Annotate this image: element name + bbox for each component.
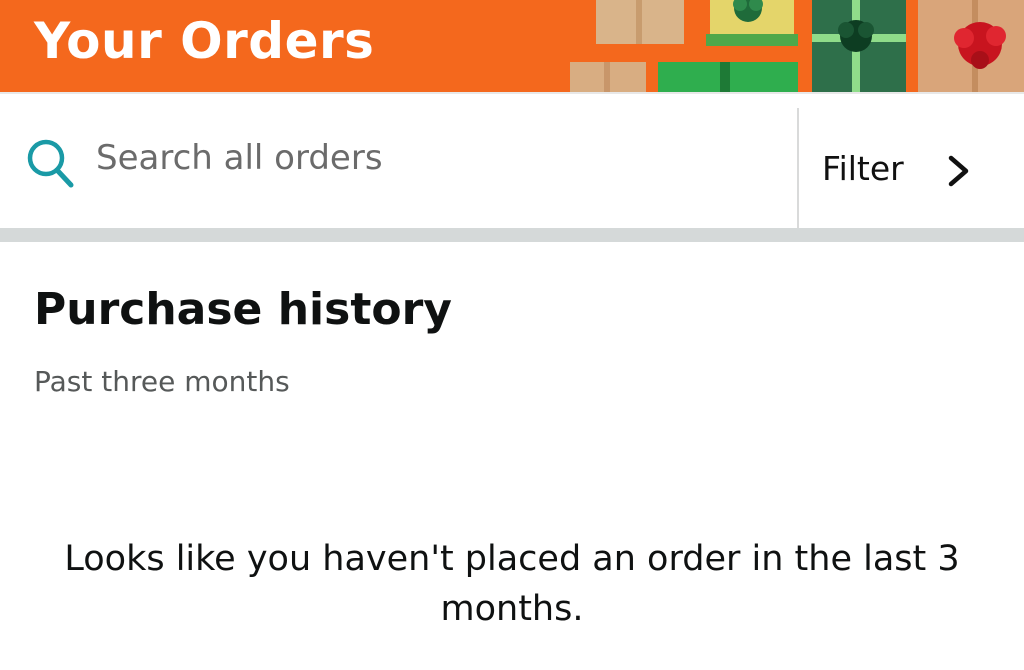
search-bar: Filter — [0, 94, 1024, 228]
section-separator — [0, 228, 1024, 242]
filter-button[interactable]: Filter — [800, 108, 1024, 228]
page-title: Your Orders — [34, 12, 375, 70]
orders-header-banner: Your Orders — [0, 0, 1024, 92]
filter-label: Filter — [822, 148, 904, 188]
gift-boxes-banner-image — [570, 0, 1024, 92]
empty-orders-message: Looks like you haven't placed an order i… — [64, 539, 960, 629]
search-filter-divider — [797, 108, 799, 228]
purchase-history-subtitle: Past three months — [34, 365, 290, 398]
search-icon[interactable] — [24, 138, 78, 192]
purchase-history-title: Purchase history — [34, 284, 452, 335]
search-input[interactable] — [96, 132, 776, 184]
chevron-right-icon — [948, 155, 969, 187]
